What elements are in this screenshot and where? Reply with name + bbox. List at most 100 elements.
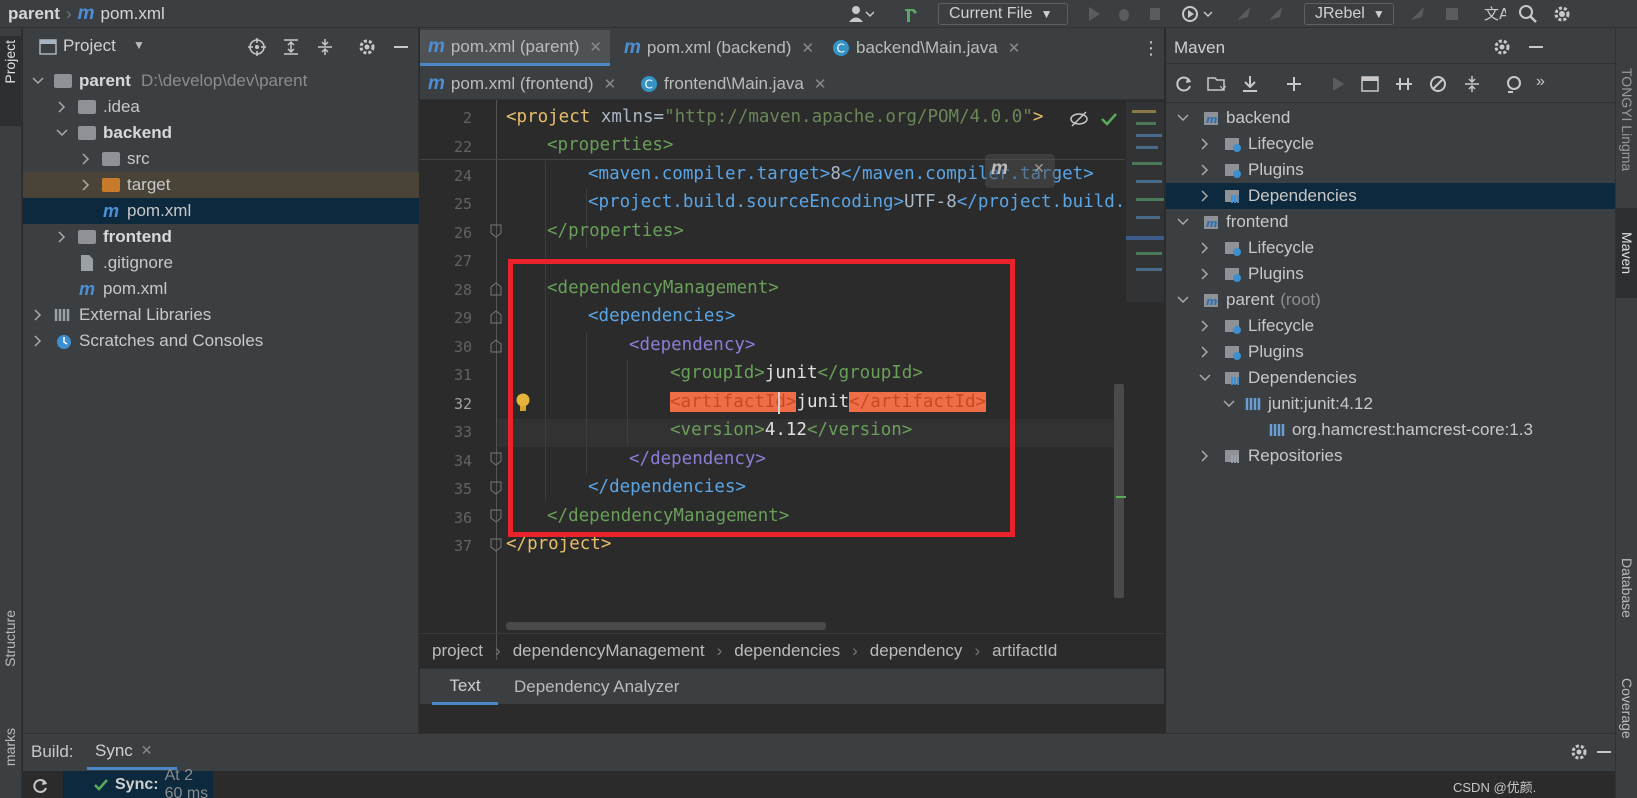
project-panel-title[interactable]: Project (63, 36, 116, 56)
breadcrumb-file[interactable]: pom.xml (101, 4, 165, 24)
maven-reload-popup[interactable]: m ✕ (985, 154, 1055, 188)
close-icon[interactable]: ✕ (1033, 160, 1045, 177)
breadcrumb-root[interactable]: parent (8, 4, 60, 24)
search-icon[interactable] (1518, 4, 1538, 24)
close-icon[interactable]: ✕ (589, 38, 602, 56)
stop-icon[interactable] (1442, 4, 1462, 24)
tree-node-target[interactable]: target (23, 172, 419, 198)
maven-node-plugins[interactable]: Plugins (1166, 261, 1615, 287)
tab-dependency-analyzer[interactable]: Dependency Analyzer (514, 677, 679, 697)
run-configuration-select[interactable]: Current File ▼ (938, 3, 1068, 25)
fold-marker-icon[interactable] (490, 452, 502, 466)
fold-marker-icon[interactable] (490, 339, 502, 353)
minimize-icon[interactable] (1526, 37, 1546, 57)
translate-icon[interactable]: 文A (1484, 4, 1506, 24)
maven-node-dependencies[interactable]: Dependencies (1166, 183, 1615, 209)
toggle-offline-icon[interactable] (1394, 74, 1414, 94)
bookmarks-tool-label[interactable]: marks (2, 728, 18, 766)
tree-node-parent[interactable]: parent D:\develop\dev\parent (23, 68, 419, 94)
analyze-dependencies-icon[interactable] (1504, 74, 1526, 94)
chevron-down-icon[interactable]: ▼ (133, 38, 145, 52)
jrebel-select[interactable]: JRebel ▼ (1304, 3, 1394, 25)
close-icon[interactable]: ✕ (1008, 39, 1021, 57)
close-icon[interactable]: ✕ (141, 742, 153, 759)
fold-marker-icon[interactable] (490, 224, 502, 238)
jrebel-debug-icon[interactable] (1266, 4, 1286, 24)
fold-marker-icon[interactable] (490, 538, 502, 552)
maven-node-backend[interactable]: m backend (1166, 105, 1615, 131)
fold-marker-icon[interactable] (490, 481, 502, 495)
maven-node-lifecycle[interactable]: Lifecycle (1166, 235, 1615, 261)
debug-icon[interactable] (1114, 4, 1134, 24)
tree-node-parent-pom[interactable]: m pom.xml (23, 276, 419, 302)
fold-marker-icon[interactable] (490, 310, 502, 324)
close-icon[interactable]: ✕ (604, 75, 617, 93)
breadcrumb-project[interactable]: project (432, 641, 483, 661)
maven-node-plugins[interactable]: Plugins (1166, 157, 1615, 183)
fold-marker-icon[interactable] (490, 509, 502, 523)
tree-node-frontend[interactable]: frontend (23, 224, 419, 250)
maven-node-dependency-junit[interactable]: junit:junit:4.12 (1166, 391, 1615, 417)
tab-text[interactable]: Text (432, 669, 498, 705)
maven-node-lifecycle[interactable]: Lifecycle (1166, 313, 1615, 339)
code-line-2[interactable]: <project xmlns="http://maven.apache.org/… (506, 103, 1043, 131)
code-minimap[interactable] (1126, 102, 1164, 302)
more-actions-icon[interactable]: » (1536, 73, 1545, 91)
code-line-22[interactable]: <properties> (547, 131, 673, 159)
collapse-all-icon[interactable] (1462, 74, 1482, 94)
maven-node-frontend[interactable]: m frontend (1166, 209, 1615, 235)
structure-tool-label[interactable]: Structure (2, 610, 18, 667)
close-icon[interactable]: ✕ (814, 75, 827, 93)
sync-status-row[interactable]: Sync: At 2 60 ms (63, 767, 213, 798)
run-icon[interactable] (1084, 4, 1104, 24)
horizontal-scrollbar-thumb[interactable] (506, 622, 826, 630)
breadcrumb-dependency[interactable]: dependency (870, 641, 963, 661)
breadcrumb-dependency-management[interactable]: dependencyManagement (513, 641, 705, 661)
minimize-icon[interactable] (1595, 742, 1613, 762)
reload-icon[interactable] (31, 777, 49, 795)
tab-pom-frontend[interactable]: m pom.xml (frontend) ✕ (420, 66, 624, 102)
close-icon[interactable]: ✕ (801, 39, 814, 57)
profiler-icon[interactable] (1180, 4, 1213, 24)
maven-reload-icon[interactable]: m (991, 158, 1008, 180)
tree-node-external-libraries[interactable]: External Libraries (23, 302, 419, 328)
tongyi-tool-label[interactable]: TONGYI Lingma (1619, 68, 1635, 171)
maven-node-plugins[interactable]: Plugins (1166, 339, 1615, 365)
tree-node-scratches[interactable]: Scratches and Consoles (23, 328, 419, 354)
code-line-25[interactable]: <project.build.sourceEncoding>UTF-8</pro… (588, 188, 1136, 216)
tab-pom-parent[interactable]: m pom.xml (parent) ✕ (420, 30, 610, 66)
execute-goal-icon[interactable] (1360, 74, 1380, 94)
code-line-26[interactable]: </properties> (547, 217, 684, 245)
fold-marker-icon[interactable] (490, 282, 502, 296)
skip-tests-icon[interactable] (1428, 74, 1448, 94)
add-icon[interactable] (1284, 74, 1304, 94)
gear-icon[interactable] (1569, 742, 1589, 762)
tab-frontend-main[interactable]: C frontend\Main.java ✕ (632, 66, 834, 102)
reload-icon[interactable] (1174, 74, 1194, 94)
maven-node-parent[interactable]: m parent (root) (1166, 287, 1615, 313)
tree-node-backend[interactable]: backend (23, 120, 419, 146)
database-tool-label[interactable]: Database (1619, 558, 1635, 618)
jrebel-run-icon[interactable] (1234, 4, 1254, 24)
minimize-icon[interactable] (391, 37, 411, 57)
tree-node-backend-pom[interactable]: m pom.xml (23, 198, 419, 224)
reader-mode-icon[interactable] (1069, 110, 1089, 128)
tab-backend-main[interactable]: C backend\Main.java ✕ (824, 30, 1028, 66)
expand-all-icon[interactable] (281, 37, 301, 57)
build-hammer-icon[interactable] (902, 4, 922, 24)
gear-icon[interactable] (1492, 37, 1512, 57)
coverage-run-icon[interactable] (1146, 4, 1166, 24)
add-user-icon[interactable] (848, 4, 874, 24)
maven-node-dependency-hamcrest[interactable]: org.hamcrest:hamcrest-core:1.3 (1166, 417, 1615, 443)
more-tabs-icon[interactable]: ⋮ (1142, 38, 1160, 59)
breadcrumb-artifact-id[interactable]: artifactId (992, 641, 1057, 661)
tab-sync[interactable]: Sync ✕ (87, 734, 177, 770)
collapse-all-icon[interactable] (315, 37, 335, 57)
vertical-scrollbar-thumb[interactable] (1114, 384, 1124, 598)
maven-node-repositories[interactable]: Repositories (1166, 443, 1615, 469)
maven-node-dependencies[interactable]: Dependencies (1166, 365, 1615, 391)
jrebel-sync-icon[interactable] (1408, 4, 1428, 24)
coverage-tool-label[interactable]: Coverage (1619, 678, 1635, 739)
tab-pom-backend[interactable]: m pom.xml (backend) ✕ (616, 30, 822, 66)
maven-tool-button[interactable]: Maven (1616, 208, 1637, 298)
